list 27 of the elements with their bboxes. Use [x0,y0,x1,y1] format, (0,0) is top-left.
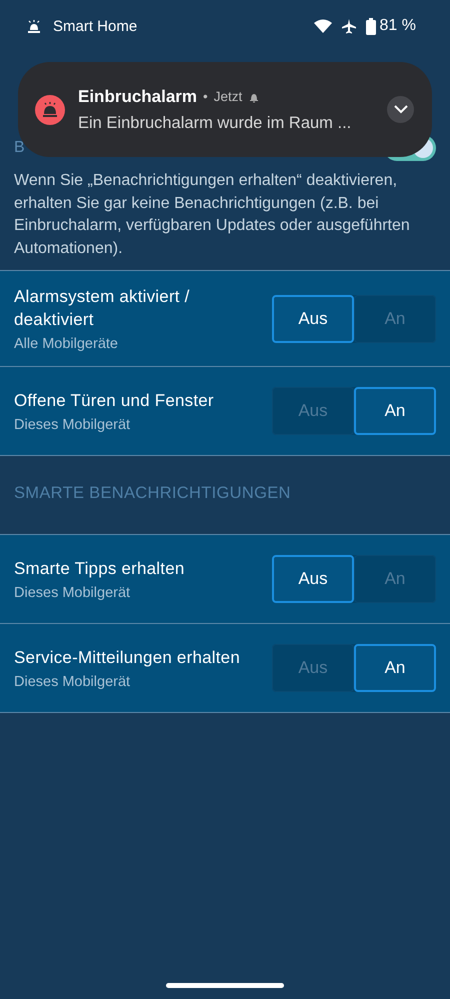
row-title: Offene Türen und Fenster [14,390,215,412]
segment-option[interactable]: An [354,644,436,692]
siren-icon [27,19,41,33]
expand-button[interactable] [387,96,414,123]
segment-option[interactable]: An [354,387,436,435]
notification-title: Einbruchalarm [78,86,198,106]
description-text: Wenn Sie „Benachrichtigungen erhalten“ deaktivieren, erhalten Sie gar keine Benachrichtigungen (z.B. bei Einbruchalarm, verfügbaren Updates oder ausgeführten Automationen). [14,171,411,258]
row-subtitle: Dieses Mobilgerät [14,674,132,690]
notification-message: Ein Einbruchalarm wurde im Raum ... [78,114,352,132]
chevron-down-icon [394,105,408,114]
separator-dot: • [203,89,208,104]
row-subtitle: Alle Mobilgeräte [14,336,119,352]
notification-time: Jetzt [214,89,242,104]
row-title: Alarmsystem aktiviert / deaktiviert [14,286,191,331]
battery-percentage: 81 % [380,17,416,35]
segment-option[interactable]: Aus [272,294,354,342]
wifi-icon [314,19,332,33]
segment-option[interactable]: Aus [272,555,354,603]
airplane-icon [340,18,357,34]
siren-icon [35,94,65,124]
row-title: Service-Mitteilungen erhalten [14,647,241,669]
row-title: Smarte Tipps erhalten [14,558,186,580]
section-header: SMARTE BENACHRICHTIGUNGEN [14,484,291,502]
row-subtitle: Dieses Mobilgerät [14,417,132,433]
row-subtitle: Dieses Mobilgerät [14,585,132,601]
app-name: Smart Home [53,18,138,34]
battery-icon [366,18,376,34]
